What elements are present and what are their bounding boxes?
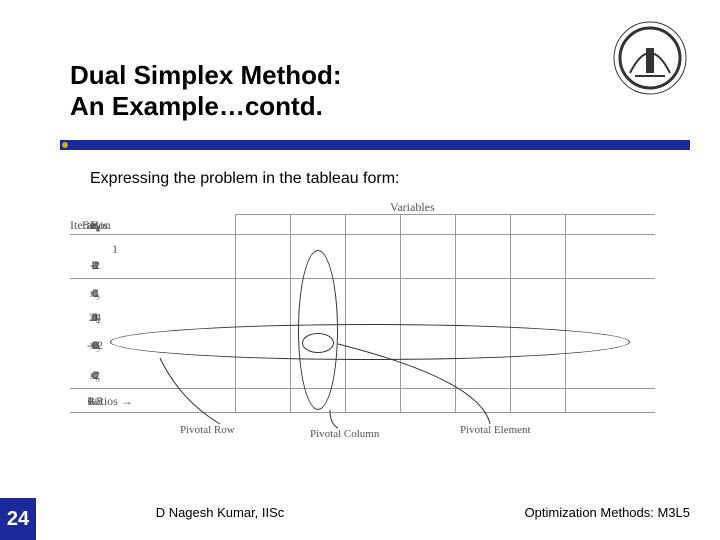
rule <box>70 278 655 279</box>
col-br: bᵣ <box>70 218 120 233</box>
pivotal-row-label: Pivotal Row <box>180 424 235 436</box>
cell: -- <box>70 394 120 409</box>
title-line-1: Dual Simplex Method: <box>70 60 342 91</box>
title-underline <box>60 140 690 150</box>
iteration-value: 1 <box>90 242 140 257</box>
cell: -12 <box>70 338 120 353</box>
rule <box>70 388 655 389</box>
rule <box>70 234 655 235</box>
col-sep <box>290 214 291 412</box>
col-sep <box>510 214 511 412</box>
cell: -1 <box>70 286 120 301</box>
title-line-2: An Example…contd. <box>70 91 342 122</box>
simplex-tableau: Variables Iteration Basis Z x₁ x₂ x₃ x₄ … <box>70 200 660 440</box>
pivotal-row: x₅ 0 -4 -3 0 0 1 0 -12 <box>70 338 655 358</box>
col-sep <box>455 214 456 412</box>
col-sep <box>400 214 401 412</box>
col-sep <box>565 214 566 412</box>
subtitle-text: Expressing the problem in the tableau fo… <box>90 170 400 188</box>
variables-heading: Variables <box>390 200 435 215</box>
table-row: x₃ 0 1 -1 1 0 0 0 -1 <box>70 286 655 306</box>
col-sep <box>345 214 346 412</box>
rule <box>70 412 655 413</box>
table-row: x₄ 0 3 4 0 1 0 0 24 <box>70 310 655 330</box>
footer-author: D Nagesh Kumar, IISc <box>0 505 440 520</box>
institute-logo <box>610 18 690 98</box>
table-row: Z 1 -2 -1 0 0 0 0 0 <box>70 258 655 278</box>
slide-title: Dual Simplex Method: An Example…contd. <box>70 60 342 122</box>
col-sep <box>235 214 236 412</box>
ratios-row: Ratios → 0.5 1/3 -- -- -- -- <box>70 394 655 414</box>
pivotal-element-label: Pivotal Element <box>460 424 531 436</box>
footer-course: Optimization Methods: M3L5 <box>525 505 690 520</box>
pivotal-column-label: Pivotal Column <box>310 428 379 440</box>
cell: 0 <box>70 258 120 273</box>
cell: -1 <box>70 368 120 383</box>
cell: 24 <box>70 310 120 325</box>
rule <box>235 214 655 215</box>
table-header-row: Iteration Basis Z x₁ x₂ x₃ x₄ x₅ x₆ bᵣ <box>70 218 655 238</box>
title-dot <box>62 142 68 148</box>
table-row: x₆ 0 1 -2 0 0 0 1 -1 <box>70 368 655 388</box>
